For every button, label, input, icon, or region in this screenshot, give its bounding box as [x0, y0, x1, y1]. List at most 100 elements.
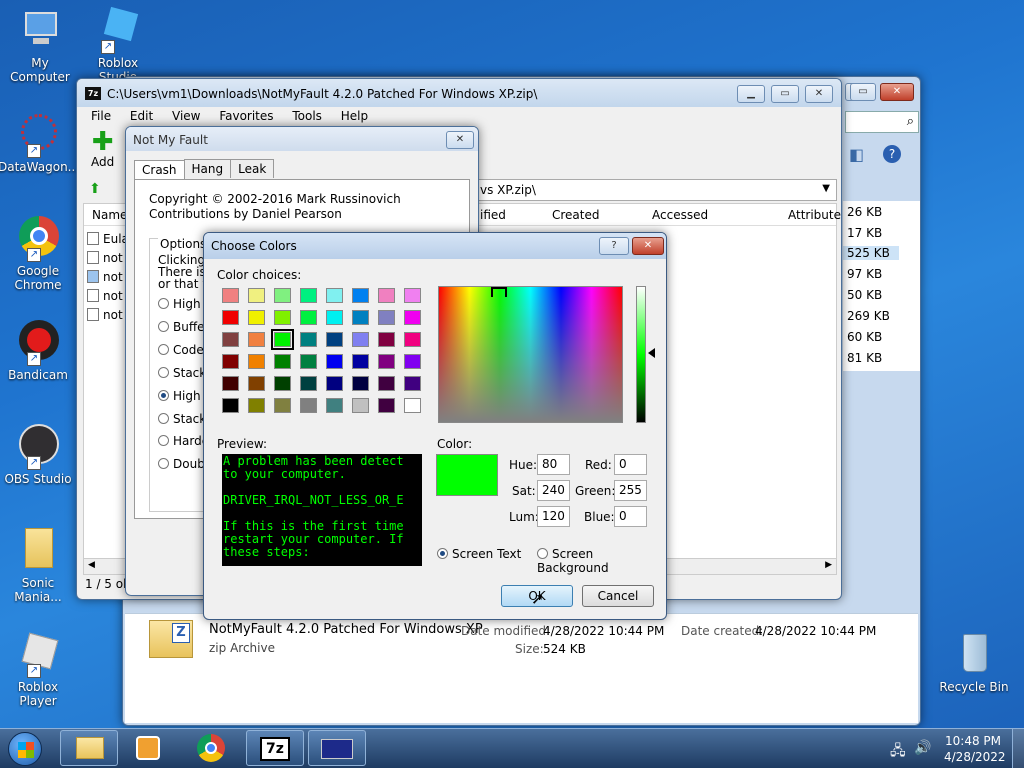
preview-pane-icon[interactable]: ◧ [849, 145, 864, 164]
color-swatch[interactable] [274, 354, 291, 369]
color-swatch[interactable] [326, 376, 343, 391]
color-swatch[interactable] [326, 332, 343, 347]
desktop-icon-recycle-bin[interactable]: Recycle Bin [934, 632, 1014, 694]
desktop-icon-my-computer[interactable]: My Computer [0, 8, 80, 84]
radio-button[interactable] [158, 344, 169, 355]
radio-button[interactable] [158, 413, 169, 424]
help-icon[interactable]: ? [883, 145, 901, 163]
color-swatch[interactable] [378, 398, 395, 413]
color-swatch[interactable] [352, 288, 369, 303]
radio-button-selected[interactable] [158, 390, 169, 401]
color-swatch[interactable] [404, 398, 421, 413]
address-bar[interactable]: vs XP.zip\ ▼ [475, 179, 837, 201]
close-button[interactable]: ✕ [446, 131, 474, 149]
desktop-icon-obs[interactable]: ↗ OBS Studio [0, 424, 78, 486]
color-swatch[interactable] [378, 288, 395, 303]
color-swatch[interactable] [404, 354, 421, 369]
lum-input[interactable]: 120 [537, 506, 570, 527]
radio-button[interactable] [537, 548, 548, 559]
file-row[interactable]: Eula [87, 230, 129, 249]
color-swatch[interactable] [274, 288, 291, 303]
screen-background-option[interactable]: Screen Background [537, 547, 666, 575]
color-swatch[interactable] [248, 332, 265, 347]
color-swatch[interactable] [404, 332, 421, 347]
color-swatch[interactable] [248, 288, 265, 303]
menu-view[interactable]: View [172, 109, 200, 123]
scroll-right-icon[interactable]: ▶ [825, 560, 832, 570]
color-swatch[interactable] [274, 376, 291, 391]
radio-option[interactable]: Buffer [158, 320, 209, 334]
color-swatch[interactable] [326, 310, 343, 325]
radio-button[interactable] [158, 298, 169, 309]
color-spectrum[interactable] [438, 286, 623, 423]
color-swatch[interactable] [222, 288, 239, 303]
color-swatch[interactable] [222, 354, 239, 369]
column-modified[interactable]: ified [480, 208, 506, 222]
desktop-icon-chrome[interactable]: ↗ Google Chrome [0, 216, 78, 292]
desktop-icon-datawagon[interactable]: ↗ DataWagon... [0, 112, 79, 174]
color-swatch[interactable] [352, 398, 369, 413]
radio-button[interactable] [158, 435, 169, 446]
luminance-slider[interactable] [636, 286, 646, 423]
close-button[interactable]: ✕ [805, 85, 833, 103]
help-button[interactable]: ? [599, 237, 629, 255]
column-attributes[interactable]: Attribute [788, 208, 841, 222]
color-swatch[interactable] [300, 332, 317, 347]
column-name[interactable]: Name [92, 208, 127, 222]
color-swatch[interactable] [248, 398, 265, 413]
taskbar-7zip-button[interactable]: 7z [246, 730, 304, 766]
menu-tools[interactable]: Tools [292, 109, 322, 123]
color-swatch[interactable] [248, 376, 265, 391]
menu-help[interactable]: Help [341, 109, 368, 123]
sat-input[interactable]: 240 [537, 480, 570, 501]
chevron-down-icon[interactable]: ▼ [822, 183, 830, 194]
radio-button-selected[interactable] [437, 548, 448, 559]
radio-button[interactable] [158, 367, 169, 378]
file-row[interactable]: not [87, 249, 123, 268]
color-swatch[interactable] [274, 310, 291, 325]
color-swatch[interactable] [222, 332, 239, 347]
color-swatch[interactable] [248, 310, 265, 325]
green-input[interactable]: 255 [614, 480, 647, 501]
scroll-left-icon[interactable]: ◀ [88, 560, 95, 570]
taskbar-explorer-button[interactable] [60, 730, 118, 766]
color-swatch[interactable] [326, 398, 343, 413]
color-swatch[interactable] [274, 398, 291, 413]
desktop-icon-roblox-studio[interactable]: ↗ Roblox Studio [78, 6, 158, 84]
radio-option[interactable]: Stack [158, 366, 206, 380]
maximize-button[interactable]: ▭ [771, 85, 799, 103]
color-swatch[interactable] [378, 376, 395, 391]
radio-option[interactable]: Stack [158, 412, 206, 426]
color-swatch[interactable] [404, 288, 421, 303]
taskbar-notmyfault-button[interactable] [308, 730, 366, 766]
menu-edit[interactable]: Edit [130, 109, 153, 123]
color-swatch[interactable] [352, 310, 369, 325]
radio-button[interactable] [158, 321, 169, 332]
minimize-button[interactable]: ▁ [737, 85, 765, 103]
clock[interactable]: 10:48 PM 4/28/2022 [944, 733, 1006, 765]
tab-hang[interactable]: Hang [183, 159, 232, 178]
hue-input[interactable]: 80 [537, 454, 570, 475]
color-swatch[interactable] [300, 288, 317, 303]
explorer-restore-button[interactable]: ▭ [850, 83, 876, 101]
color-swatch[interactable] [378, 310, 395, 325]
tab-crash[interactable]: Crash [134, 160, 185, 179]
color-swatch[interactable] [352, 354, 369, 369]
color-swatch[interactable] [378, 354, 395, 369]
color-swatch[interactable] [300, 310, 317, 325]
color-swatch[interactable] [300, 354, 317, 369]
file-row[interactable]: not [87, 287, 123, 306]
screen-text-option[interactable]: Screen Text [437, 547, 521, 561]
color-swatch[interactable] [404, 310, 421, 325]
column-created[interactable]: Created [552, 208, 600, 222]
color-swatch[interactable] [326, 288, 343, 303]
luminance-arrow-icon[interactable] [648, 348, 655, 358]
taskbar-media-player-button[interactable] [120, 730, 178, 766]
network-icon[interactable]: 🖧 [890, 740, 906, 764]
radio-option[interactable]: High I [158, 389, 208, 403]
file-row[interactable]: not [87, 268, 123, 287]
color-swatch[interactable] [248, 354, 265, 369]
color-swatch[interactable] [378, 332, 395, 347]
color-swatch[interactable] [222, 398, 239, 413]
desktop-icon-bandicam[interactable]: ↗ Bandicam [0, 320, 78, 382]
